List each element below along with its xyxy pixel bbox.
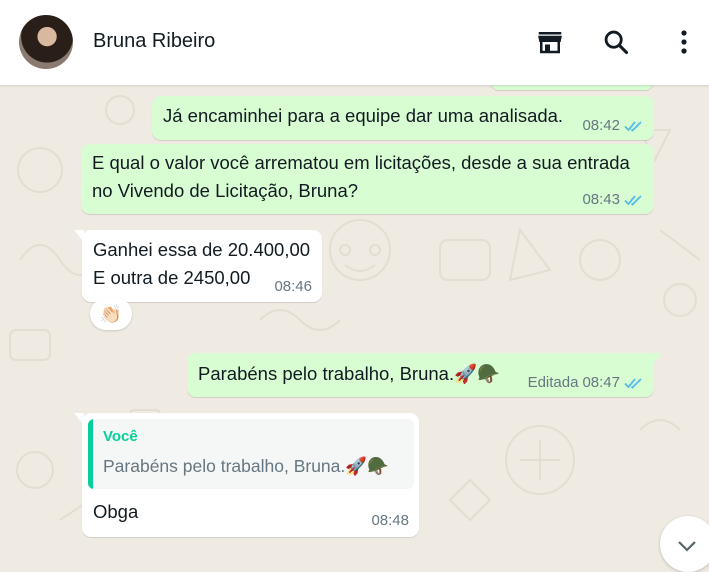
chat-header: Bruna Ribeiro	[0, 0, 709, 85]
message-text: E qual o valor você arrematou em licitaç…	[92, 149, 630, 205]
quote-author: Você	[103, 428, 138, 445]
edited-label: Editada	[527, 374, 579, 391]
contact-name[interactable]: Bruna Ribeiro	[93, 30, 215, 53]
message-line: no Vivendo de Licitação, Bruna?	[92, 180, 359, 201]
kebab-menu-icon[interactable]	[668, 26, 700, 58]
reaction-badge[interactable]: 👏🏻	[90, 298, 132, 330]
message-time: 08:48	[371, 512, 409, 529]
message-bubble-outgoing[interactable]: Parabéns pelo trabalho, Bruna.🚀🪖 Editada…	[187, 353, 662, 397]
quote-accent-bar	[88, 419, 93, 489]
read-ticks-icon	[624, 195, 642, 206]
message-bubble-incoming[interactable]: Você Parabéns pelo trabalho, Bruna.🚀🪖 Ob…	[74, 413, 419, 537]
message-meta: 08:46	[274, 279, 312, 295]
read-ticks-icon	[624, 121, 642, 132]
quoted-message[interactable]: Você Parabéns pelo trabalho, Bruna.🚀🪖	[88, 419, 414, 489]
message-text: Já encaminhei para a equipe dar uma anal…	[163, 105, 564, 126]
scroll-to-bottom-button[interactable]	[660, 516, 709, 572]
message-line: E qual o valor você arrematou em licitaç…	[92, 152, 630, 173]
bubble-tail	[74, 413, 84, 425]
message-bubble-outgoing[interactable]: Já encaminhei para a equipe dar uma anal…	[152, 96, 654, 140]
store-icon[interactable]	[534, 26, 566, 58]
bubble-tail	[74, 230, 84, 242]
message-line: Ganhei essa de 20.400,00	[93, 239, 311, 260]
message-time: 08:46	[274, 278, 312, 295]
message-time: 08:43	[582, 191, 620, 208]
bubble-tail	[652, 353, 662, 365]
message-text: Parabéns pelo trabalho, Bruna.🚀🪖	[198, 363, 501, 384]
message-bubble-incoming[interactable]: Ganhei essa de 20.400,00 E outra de 2450…	[74, 230, 322, 302]
message-meta: 08:43	[582, 192, 644, 208]
message-meta: 08:42	[582, 118, 644, 134]
message-text: Obga	[93, 501, 139, 522]
message-time: 08:47	[582, 374, 620, 391]
message-time: 08:42	[582, 117, 620, 134]
search-icon[interactable]	[600, 26, 632, 58]
message-meta: Editada 08:47	[528, 375, 644, 391]
read-ticks-icon	[624, 378, 642, 389]
message-bubble-outgoing[interactable]: E qual o valor você arrematou em licitaç…	[81, 144, 654, 214]
quote-text: Parabéns pelo trabalho, Bruna.🚀🪖	[103, 456, 389, 476]
message-meta: 08:48	[371, 513, 409, 529]
chevron-down-icon	[678, 541, 696, 552]
avatar[interactable]	[19, 15, 73, 69]
clapping-hands-icon: 👏🏻	[99, 303, 123, 324]
